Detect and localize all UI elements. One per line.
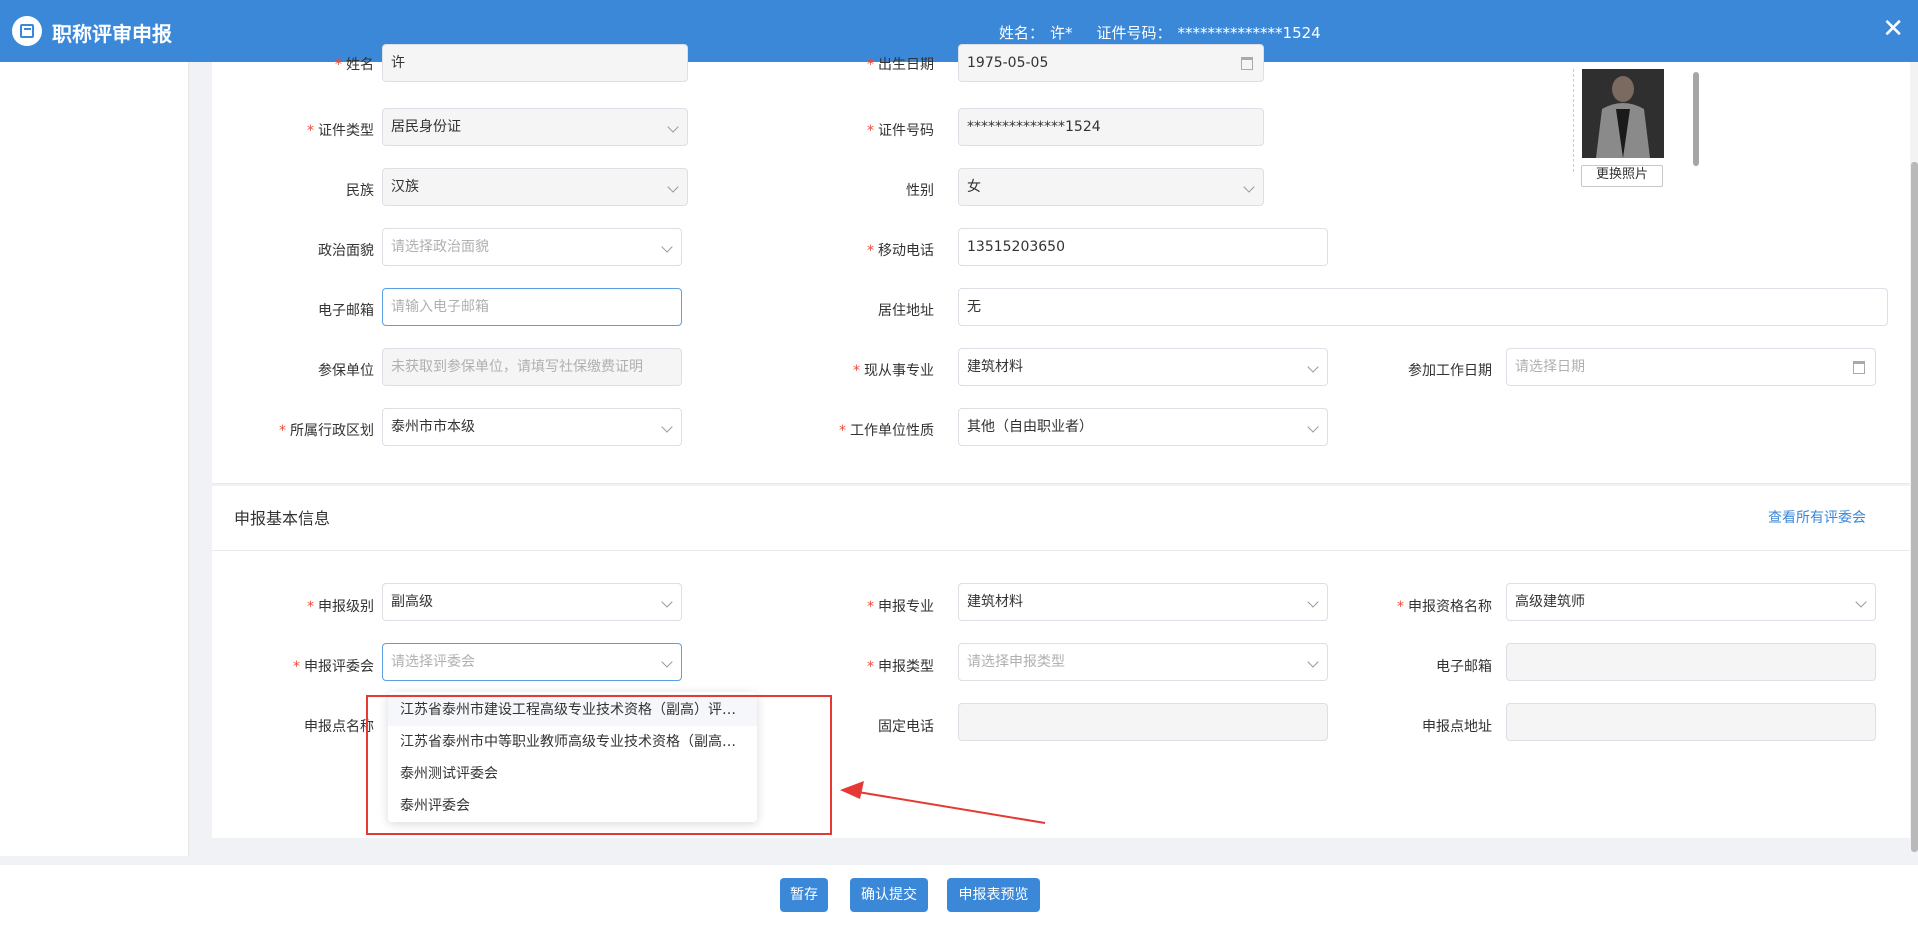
committee-select[interactable]: 请选择评委会 xyxy=(382,643,682,681)
name-label: 姓名： xyxy=(999,24,1045,42)
applicant-photo xyxy=(1582,69,1664,158)
chevron-down-icon xyxy=(667,181,679,193)
id-label: 证件号码： xyxy=(1096,24,1172,42)
applicant-info: 姓名： 许* 证件号码： **************1524 xyxy=(999,22,1327,43)
point-label: 申报点名称 xyxy=(304,719,374,735)
person-photo-icon xyxy=(1582,69,1664,158)
divider xyxy=(212,550,1910,551)
ethnic-select[interactable]: 汉族 xyxy=(382,168,688,206)
name-value: 许* xyxy=(1050,24,1073,42)
chevron-down-icon xyxy=(661,241,673,253)
idtype-select[interactable]: 居民身份证 xyxy=(382,108,688,146)
idno-label: * 证件号码 xyxy=(867,123,934,139)
point-addr-label: 申报点地址 xyxy=(1422,719,1492,735)
page-scrollbar[interactable] xyxy=(1911,62,1918,856)
apply-email-label: 电子邮箱 xyxy=(1436,659,1492,675)
chevron-down-icon xyxy=(1307,361,1319,373)
address-label: 居住地址 xyxy=(878,303,934,319)
chevron-down-icon xyxy=(1307,421,1319,433)
insure-label: 参保单位 xyxy=(318,363,374,379)
calendar-icon xyxy=(1853,361,1865,374)
apply-major-select[interactable]: 建筑材料 xyxy=(958,583,1328,621)
phone-field[interactable] xyxy=(958,703,1328,741)
unit-label: * 工作单位性质 xyxy=(839,423,934,439)
idno-field[interactable]: **************1524 xyxy=(958,108,1264,146)
close-icon[interactable]: ✕ xyxy=(1882,16,1904,42)
ethnic-label: 民族 xyxy=(346,183,374,199)
chevron-down-icon xyxy=(661,656,673,668)
political-select[interactable]: 请选择政治面貌 xyxy=(382,228,682,266)
type-label: * 申报类型 xyxy=(867,659,934,675)
level-select[interactable]: 副高级 xyxy=(382,583,682,621)
view-all-committees-link[interactable]: 查看所有评委会 xyxy=(1768,507,1866,527)
chevron-down-icon xyxy=(661,421,673,433)
scrollbar-thumb[interactable] xyxy=(1911,162,1918,852)
preview-button[interactable]: 申报表预览 xyxy=(947,878,1040,912)
point-addr-field[interactable] xyxy=(1506,703,1876,741)
id-value: **************1524 xyxy=(1177,24,1321,42)
annotation-arrow-icon xyxy=(840,781,1046,824)
major-select[interactable]: 建筑材料 xyxy=(958,348,1328,386)
workdate-label: 参加工作日期 xyxy=(1408,363,1492,379)
region-label: * 所属行政区划 xyxy=(279,423,374,439)
type-select[interactable]: 请选择申报类型 xyxy=(958,643,1328,681)
save-draft-button[interactable]: 暂存 xyxy=(780,878,828,912)
qual-label: * 申报资格名称 xyxy=(1397,599,1492,615)
political-label: 政治面貌 xyxy=(318,243,374,259)
workdate-picker[interactable]: 请选择日期 xyxy=(1506,348,1876,386)
major-label: * 现从事专业 xyxy=(853,363,934,379)
phone-label: 固定电话 xyxy=(878,719,934,735)
mobile-label: * 移动电话 xyxy=(867,243,934,259)
change-photo-button[interactable]: 更换照片 xyxy=(1581,165,1663,187)
committee-label: * 申报评委会 xyxy=(293,659,374,675)
annotation-highlight-box xyxy=(366,695,832,835)
gender-label: 性别 xyxy=(906,183,934,199)
region-select[interactable]: 泰州市市本级 xyxy=(382,408,682,446)
left-pane xyxy=(0,62,189,856)
insure-field[interactable]: 未获取到参保单位，请填写社保缴费证明 xyxy=(382,348,682,386)
apply-major-label: * 申报专业 xyxy=(867,599,934,615)
chevron-down-icon xyxy=(1307,656,1319,668)
email-label: 电子邮箱 xyxy=(318,303,374,319)
section-title: 申报基本信息 xyxy=(234,509,331,528)
submit-button[interactable]: 确认提交 xyxy=(850,878,928,912)
level-label: * 申报级别 xyxy=(307,599,374,615)
birth-field[interactable]: 1975-05-05 xyxy=(958,44,1264,82)
apply-email-field[interactable] xyxy=(1506,643,1876,681)
name-label: * 姓名 xyxy=(335,57,374,73)
chevron-down-icon xyxy=(667,121,679,133)
name-field[interactable]: 许 xyxy=(382,44,688,82)
app-logo-icon xyxy=(12,16,42,46)
birth-label: * 出生日期 xyxy=(867,57,934,73)
chevron-down-icon xyxy=(661,596,673,608)
idtype-label: * 证件类型 xyxy=(307,123,374,139)
qual-select[interactable]: 高级建筑师 xyxy=(1506,583,1876,621)
chevron-down-icon xyxy=(1855,596,1867,608)
app-title: 职称评审申报 xyxy=(52,22,172,46)
unit-select[interactable]: 其他（自由职业者） xyxy=(958,408,1328,446)
email-field[interactable]: 请输入电子邮箱 xyxy=(382,288,682,326)
address-field[interactable]: 无 xyxy=(958,288,1888,326)
chevron-down-icon xyxy=(1243,181,1255,193)
personal-info-card: * 姓名 许 * 出生日期 1975-05-05 * 证件类型 居民身份证 * 证件号码… xyxy=(212,44,1910,484)
gender-select[interactable]: 女 xyxy=(958,168,1264,206)
photo-scrollbar[interactable] xyxy=(1693,72,1699,166)
mobile-field[interactable]: 13515203650 xyxy=(958,228,1328,266)
calendar-icon xyxy=(1241,57,1253,70)
chevron-down-icon xyxy=(1307,596,1319,608)
